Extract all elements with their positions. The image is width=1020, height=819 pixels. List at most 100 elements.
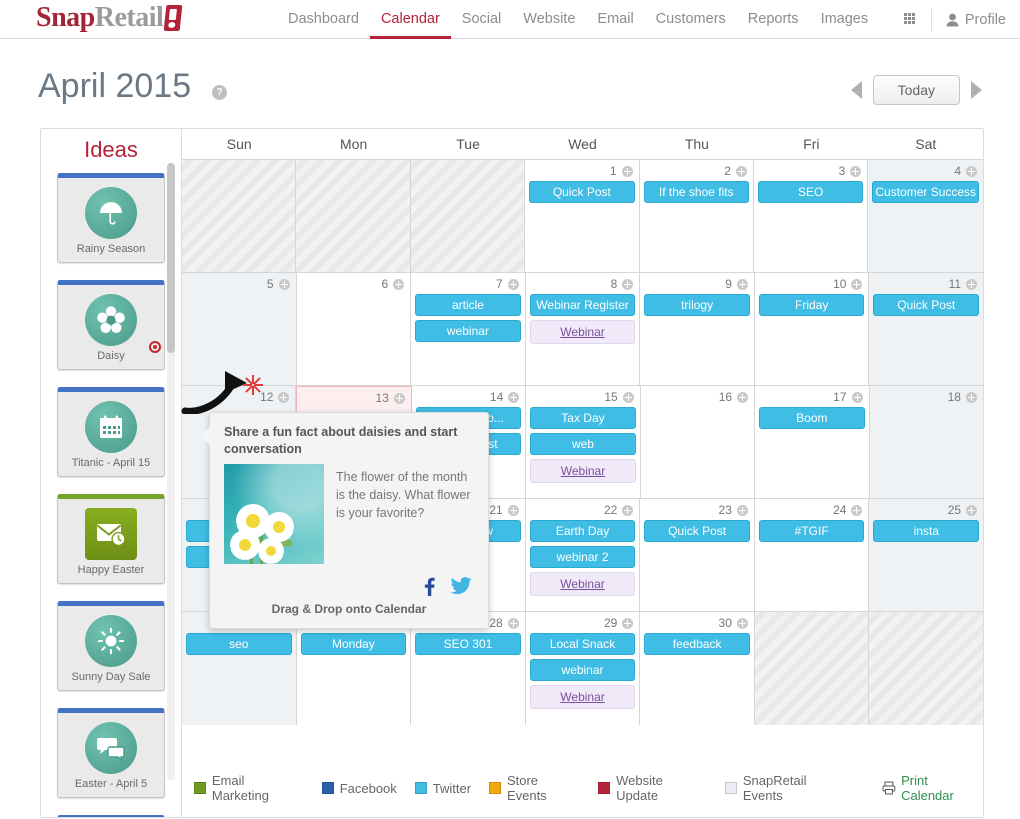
nav-item-reports[interactable]: Reports xyxy=(737,2,810,39)
calendar-event-chip[interactable]: Friday xyxy=(758,294,865,316)
add-event-plus-icon[interactable] xyxy=(736,504,748,516)
calendar-event-chip[interactable]: Webinar Register xyxy=(529,294,636,316)
idea-card-sunny-day-sale[interactable]: Sunny Day Sale xyxy=(57,601,165,691)
add-event-plus-icon[interactable] xyxy=(507,617,519,629)
nav-item-website[interactable]: Website xyxy=(512,2,586,39)
calendar-event-chip[interactable]: insta xyxy=(873,520,980,542)
calendar-event-chip[interactable]: Webinar xyxy=(529,685,636,709)
add-event-plus-icon[interactable] xyxy=(966,278,978,290)
calendar-day-cell[interactable]: 2 If the shoe fits xyxy=(639,160,754,272)
add-event-plus-icon[interactable] xyxy=(393,392,405,404)
add-event-plus-icon[interactable] xyxy=(622,278,634,290)
calendar-day-cell[interactable]: 22 Earth Day webinar 2 Webinar xyxy=(525,499,641,611)
calendar-day-cell[interactable]: 25 insta xyxy=(869,499,984,611)
idea-card-titanic-april-15[interactable]: Titanic - April 15 xyxy=(57,387,165,477)
nav-item-calendar[interactable]: Calendar xyxy=(369,2,451,39)
calendar-event-chip[interactable]: Earth Day xyxy=(529,520,636,542)
idea-card-daisy[interactable]: Daisy xyxy=(57,280,165,370)
calendar-day-cell[interactable]: 15 Tax Day web Webinar xyxy=(526,386,641,498)
calendar-event-chip[interactable]: Webinar xyxy=(529,572,636,596)
calendar-event-chip[interactable]: article xyxy=(415,294,521,316)
calendar-day-cell[interactable]: 16 xyxy=(640,386,756,498)
grid-apps-icon[interactable] xyxy=(903,13,917,26)
idea-card-spring-cleaning[interactable]: Spring Cleaning xyxy=(57,815,165,817)
calendar-day-cell[interactable]: 7 article webinar xyxy=(411,273,526,385)
add-event-plus-icon[interactable] xyxy=(735,165,747,177)
calendar-day-cell[interactable]: 18 xyxy=(869,386,983,498)
chevron-right-icon[interactable] xyxy=(971,81,982,99)
add-event-plus-icon[interactable] xyxy=(966,165,978,177)
calendar-day-cell[interactable]: 4 Customer Success xyxy=(868,160,984,272)
calendar-day-cell[interactable]: 29 Local Snack webinar Webinar xyxy=(525,612,641,725)
nav-item-social[interactable]: Social xyxy=(451,2,513,39)
nav-item-dashboard[interactable]: Dashboard xyxy=(277,2,370,39)
calendar-day-cell[interactable]: 27Monday xyxy=(296,612,412,725)
add-event-plus-icon[interactable] xyxy=(393,278,405,290)
idea-card-easter-april-5[interactable]: Easter - April 5 xyxy=(57,708,165,798)
nav-item-customers[interactable]: Customers xyxy=(645,2,737,39)
add-event-plus-icon[interactable] xyxy=(966,504,978,516)
add-event-plus-icon[interactable] xyxy=(278,278,290,290)
calendar-day-cell[interactable]: 17 Boom xyxy=(755,386,870,498)
calendar-day-cell[interactable]: 10 Friday xyxy=(754,273,870,385)
calendar-event-chip[interactable]: Webinar xyxy=(530,459,636,483)
calendar-event-chip[interactable]: Quick Post xyxy=(873,294,980,316)
calendar-day-cell[interactable]: 30 feedback xyxy=(640,612,755,725)
calendar-event-chip[interactable]: webinar 2 xyxy=(529,546,636,568)
calendar-event-chip[interactable]: If the shoe fits xyxy=(643,181,749,203)
calendar-event-chip[interactable]: Boom xyxy=(759,407,865,429)
add-event-plus-icon[interactable] xyxy=(622,504,634,516)
print-calendar-link[interactable]: Print Calendar xyxy=(882,773,983,803)
calendar-day-cell[interactable]: 3 SEO xyxy=(753,160,869,272)
calendar-event-chip[interactable]: Webinar xyxy=(529,320,636,344)
add-event-plus-icon[interactable] xyxy=(736,278,748,290)
calendar-event-chip[interactable]: Quick Post xyxy=(529,181,635,203)
add-event-plus-icon[interactable] xyxy=(507,504,519,516)
calendar-event-chip[interactable]: feedback xyxy=(644,633,750,655)
add-event-plus-icon[interactable] xyxy=(851,278,863,290)
add-event-plus-icon[interactable] xyxy=(508,391,520,403)
add-event-plus-icon[interactable] xyxy=(622,617,634,629)
calendar-day-cell[interactable]: 6 xyxy=(296,273,412,385)
calendar-event-chip[interactable]: SEO 301 xyxy=(415,633,521,655)
calendar-day-cell[interactable]: 23 Quick Post xyxy=(640,499,755,611)
calendar-day-cell[interactable]: 24 #TGIF xyxy=(754,499,870,611)
calendar-event-chip[interactable]: web xyxy=(530,433,636,455)
idea-card-happy-easter[interactable]: Happy Easter xyxy=(57,494,165,584)
add-event-plus-icon[interactable] xyxy=(965,391,977,403)
calendar-day-cell[interactable]: 1 Quick Post xyxy=(525,160,640,272)
calendar-event-chip[interactable]: Customer Success xyxy=(872,181,980,203)
calendar-day-cell[interactable]: 5 xyxy=(182,273,297,385)
chevron-left-icon[interactable] xyxy=(850,81,862,99)
sidebar-scrollbar-thumb[interactable] xyxy=(167,163,175,353)
add-event-plus-icon[interactable] xyxy=(737,391,749,403)
calendar-day-cell[interactable]: 8 Webinar Register Webinar xyxy=(525,273,641,385)
question-mark-icon[interactable]: ? xyxy=(212,85,227,100)
calendar-event-chip[interactable]: Quick Post xyxy=(644,520,750,542)
calendar-event-chip[interactable]: trilogy xyxy=(644,294,750,316)
add-event-plus-icon[interactable] xyxy=(850,165,862,177)
calendar-event-chip[interactable]: seo xyxy=(186,633,292,655)
calendar-event-chip[interactable]: webinar xyxy=(415,320,521,342)
add-event-plus-icon[interactable] xyxy=(622,391,634,403)
calendar-event-chip[interactable]: Local Snack xyxy=(529,633,636,655)
add-event-plus-icon[interactable] xyxy=(621,165,633,177)
sidebar-scrollbar[interactable] xyxy=(167,163,175,781)
add-event-plus-icon[interactable] xyxy=(507,278,519,290)
nav-item-images[interactable]: Images xyxy=(810,2,880,39)
calendar-event-chip[interactable]: Monday xyxy=(300,633,407,655)
facebook-icon[interactable] xyxy=(420,576,438,596)
calendar-day-cell[interactable]: 9 trilogy xyxy=(640,273,755,385)
add-event-plus-icon[interactable] xyxy=(278,391,290,403)
calendar-event-chip[interactable]: webinar xyxy=(529,659,636,681)
calendar-day-cell[interactable]: 26seo xyxy=(182,612,297,725)
add-event-plus-icon[interactable] xyxy=(851,391,863,403)
today-button[interactable]: Today xyxy=(872,75,960,105)
calendar-event-chip[interactable]: SEO xyxy=(757,181,864,203)
calendar-day-cell[interactable]: 28 SEO 301 xyxy=(411,612,526,725)
idea-card-rainy-season[interactable]: Rainy Season xyxy=(57,173,165,263)
calendar-event-chip[interactable]: Tax Day xyxy=(530,407,636,429)
snapretail-logo[interactable]: Snap Retail xyxy=(36,2,183,34)
profile-menu[interactable]: Profile xyxy=(946,12,1006,28)
nav-item-email[interactable]: Email xyxy=(586,2,644,39)
